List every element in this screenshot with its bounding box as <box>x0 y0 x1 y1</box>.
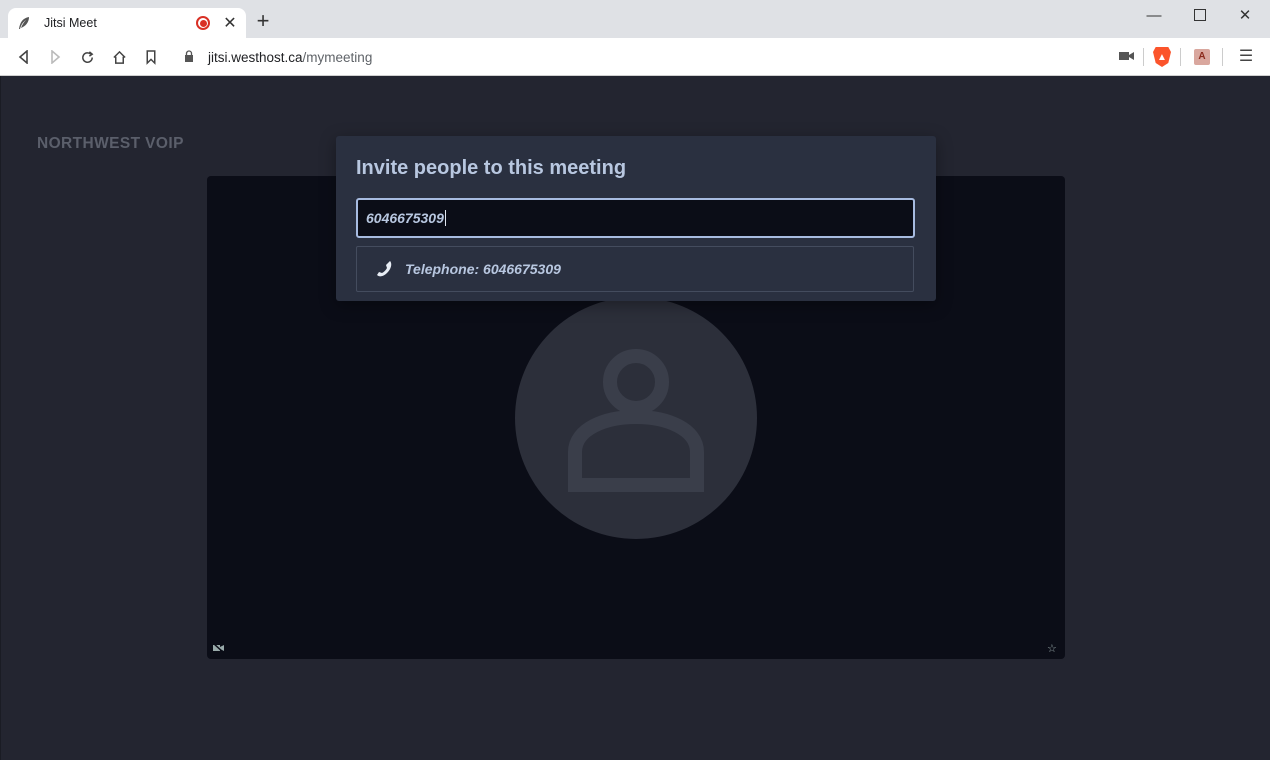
close-tab-icon[interactable]: ✕ <box>222 13 238 33</box>
camera-icon[interactable] <box>1119 49 1135 63</box>
star-icon[interactable]: ☆ <box>1047 643 1059 655</box>
user-icon <box>568 349 704 492</box>
feather-icon <box>16 15 32 31</box>
menu-icon[interactable]: ☰ <box>1238 49 1254 65</box>
toolbar-separator <box>1222 48 1223 66</box>
reload-button[interactable] <box>76 46 98 68</box>
meeting-page: NORTHWEST VOIP ☆ Invite people to this m… <box>0 76 1270 760</box>
recording-icon <box>196 16 210 30</box>
url-path: /mymeeting <box>302 49 373 65</box>
dialog-title: Invite people to this meeting <box>356 157 627 179</box>
browser-tab[interactable]: Jitsi Meet ✕ <box>8 8 246 38</box>
suggestion-text: Telephone: 6046675309 <box>405 261 561 277</box>
text-caret <box>444 210 446 226</box>
tab-strip: Jitsi Meet ✕ + — ✕ <box>0 0 1270 38</box>
phone-icon <box>375 259 395 279</box>
address-bar[interactable]: jitsi.westhost.ca/mymeeting <box>172 43 1182 71</box>
brand-watermark: NORTHWEST VOIP <box>37 135 184 152</box>
back-button[interactable] <box>13 46 35 68</box>
tab-title: Jitsi Meet <box>44 16 97 30</box>
url-host: jitsi.westhost.ca <box>208 49 303 65</box>
telephone-suggestion[interactable]: Telephone: 6046675309 <box>356 246 914 292</box>
bookmark-button[interactable] <box>140 46 162 68</box>
invite-dialog: Invite people to this meeting 6046675309… <box>336 136 936 301</box>
home-button[interactable] <box>108 46 130 68</box>
url-text: jitsi.westhost.ca/mymeeting <box>208 50 372 65</box>
toolbar-separator <box>1143 48 1144 66</box>
participant-avatar <box>515 297 757 539</box>
maximize-button[interactable] <box>1177 0 1223 30</box>
new-tab-button[interactable]: + <box>252 10 274 32</box>
video-off-icon <box>212 642 225 655</box>
minimize-button[interactable]: — <box>1131 0 1177 30</box>
invite-input[interactable]: 6046675309 <box>356 198 915 238</box>
forward-button[interactable] <box>44 46 66 68</box>
invite-input-value: 6046675309 <box>366 210 444 226</box>
close-window-button[interactable]: ✕ <box>1222 0 1268 30</box>
browser-toolbar: jitsi.westhost.ca/mymeeting <box>0 38 1270 76</box>
toolbar-separator <box>1180 48 1181 66</box>
pdf-extension-icon[interactable]: A <box>1194 49 1210 65</box>
lock-icon[interactable] <box>184 49 198 65</box>
